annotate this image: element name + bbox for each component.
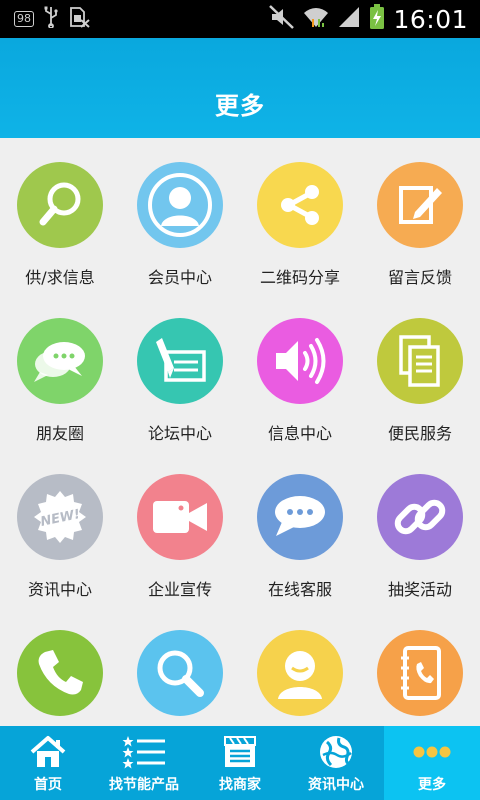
edit-note-icon — [399, 186, 442, 224]
tab-news-center[interactable]: 资讯中心 — [288, 726, 384, 800]
grid-circle — [377, 162, 463, 248]
search-icon — [157, 650, 204, 697]
grid-item-supply-demand[interactable]: 供/求信息 — [0, 138, 120, 294]
tab-label: 找节能产品 — [109, 777, 179, 793]
grid-circle — [137, 474, 223, 560]
page-title: 更多 — [215, 92, 265, 120]
grid-label: 留言反馈 — [387, 268, 452, 287]
grid-item-moments[interactable]: 朋友圈 — [0, 294, 120, 450]
grid-label: 朋友圈 — [35, 424, 84, 443]
wifi-icon — [303, 5, 329, 33]
grid-label: 便民服务 — [387, 424, 452, 443]
notification-count-badge: 98 — [14, 11, 34, 27]
header: 更多 — [0, 38, 480, 138]
grid-label: 会员中心 — [147, 268, 212, 287]
tab-more[interactable]: 更多 — [384, 726, 480, 800]
home-icon — [30, 736, 66, 767]
tab-label: 找商家 — [219, 777, 261, 793]
tab-label: 资讯中心 — [308, 777, 364, 793]
status-bar: 98 16:01 — [0, 0, 480, 38]
address-book-icon — [401, 646, 441, 700]
new-badge-icon: NEW! — [34, 491, 86, 543]
tab-home[interactable]: 首页 — [0, 726, 96, 800]
grid-circle — [257, 318, 343, 404]
grid-item-corporate-promo[interactable]: 企业宣传 — [120, 450, 240, 606]
grid-circle — [377, 318, 463, 404]
documents-icon — [399, 335, 440, 387]
grid-label: 抽奖活动 — [387, 580, 452, 599]
status-time: 16:01 — [393, 4, 468, 34]
grid-circle — [257, 162, 343, 248]
grid-circle — [137, 630, 223, 716]
feature-grid: 供/求信息 会员中心 二维码分享 留言反馈 朋友圈 论坛中心 信息中心 便民服务… — [0, 138, 480, 726]
grid-circle — [257, 630, 343, 716]
grid-item-qrcode-share[interactable]: 二维码分享 — [240, 138, 360, 294]
more-dots-icon — [413, 746, 451, 758]
store-icon — [224, 736, 256, 767]
usb-icon — [44, 6, 58, 32]
list-icon — [122, 736, 165, 769]
grid-label: 论坛中心 — [147, 424, 212, 443]
bottom-tab-bar: 首页 找节能产品 找商家 资讯中心 更多 — [0, 726, 480, 800]
grid-item-forum-center[interactable]: 论坛中心 — [120, 294, 240, 450]
grid-circle: NEW! — [17, 474, 103, 560]
grid-item-info-center[interactable]: 信息中心 — [240, 294, 360, 450]
grid-label: 在线客服 — [267, 580, 332, 599]
grid-item-news-center[interactable]: NEW! 资讯中心 — [0, 450, 120, 606]
globe-icon — [320, 736, 352, 768]
grid-circle — [377, 474, 463, 560]
signal-icon — [337, 5, 361, 33]
sim-error-icon — [68, 6, 90, 32]
pen-writing-icon — [156, 338, 206, 382]
grid-label: 企业宣传 — [147, 580, 212, 599]
grid-circle — [377, 630, 463, 716]
grid-label: 资讯中心 — [27, 580, 92, 599]
link-chain-icon — [394, 499, 446, 535]
battery-icon — [369, 4, 385, 34]
grid-circle — [17, 162, 103, 248]
grid-circle — [17, 318, 103, 404]
video-camera-icon — [153, 501, 207, 533]
grid-item-online-service[interactable]: 在线客服 — [240, 450, 360, 606]
magnifier-icon — [39, 182, 81, 226]
member-avatar-icon — [148, 173, 212, 237]
grid-item-member-center[interactable]: 会员中心 — [120, 138, 240, 294]
grid-item-convenience-services[interactable]: 便民服务 — [360, 294, 480, 450]
grid-circle — [17, 630, 103, 716]
speaker-icon — [276, 338, 326, 384]
grid-label: 供/求信息 — [25, 268, 95, 287]
grid-item-feedback[interactable]: 留言反馈 — [360, 138, 480, 294]
user-icon — [278, 651, 322, 699]
grid-label: 二维码分享 — [259, 268, 340, 287]
grid-label: 信息中心 — [267, 424, 332, 443]
tab-label: 更多 — [418, 777, 446, 793]
grid-item-lottery[interactable]: 抽奖活动 — [360, 450, 480, 606]
grid-circle — [137, 318, 223, 404]
grid-circle — [137, 162, 223, 248]
chat-bubble-icon — [275, 496, 325, 536]
chat-bubbles-icon — [34, 342, 85, 382]
tab-energy-products[interactable]: 找节能产品 — [96, 726, 192, 800]
tab-label: 首页 — [34, 777, 62, 793]
tab-find-merchants[interactable]: 找商家 — [192, 726, 288, 800]
share-icon — [281, 185, 319, 225]
phone-icon — [38, 650, 83, 695]
grid-circle — [257, 474, 343, 560]
mute-icon — [269, 5, 295, 33]
